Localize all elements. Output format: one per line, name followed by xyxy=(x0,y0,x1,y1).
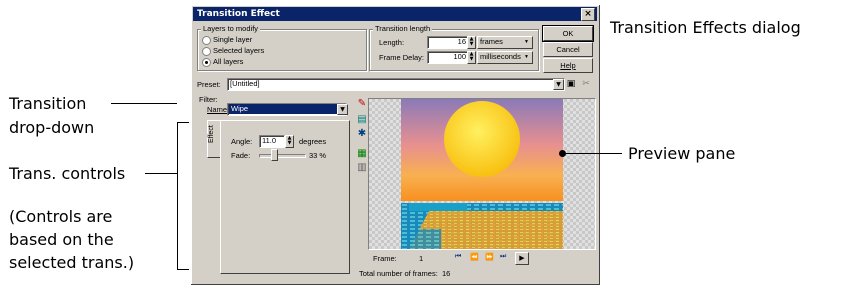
preview-icon[interactable]: ▦ xyxy=(356,148,368,160)
radio-selected-layers[interactable] xyxy=(202,47,211,56)
fade-slider-thumb[interactable] xyxy=(270,149,278,161)
frame-delay-spinner[interactable]: ▲ ▼ xyxy=(467,51,476,64)
transition-effect-dialog: Transition Effect × Layers to modify Sin… xyxy=(191,5,600,285)
trans-controls-bracket-top xyxy=(177,122,189,123)
chevron-down-icon[interactable]: ▼ xyxy=(337,104,348,115)
layers-icon[interactable]: ▤ xyxy=(356,114,368,126)
transition-dropdown[interactable]: Wipe xyxy=(227,103,347,116)
radio-selected-layers-label: Selected layers xyxy=(213,46,265,55)
length-input[interactable]: 16 xyxy=(427,36,469,49)
frame-label: Frame: xyxy=(373,254,397,263)
help-button[interactable]: Help xyxy=(543,58,593,73)
note-callout-line3: selected trans.) xyxy=(9,253,135,272)
save-icon[interactable]: ▣ xyxy=(565,78,577,90)
preset-label: Preset: xyxy=(197,80,221,89)
next-frame-icon[interactable]: ⏩ xyxy=(485,253,494,261)
play-icon[interactable]: ▶ xyxy=(515,252,529,265)
fade-label: Fade: xyxy=(231,151,251,160)
filter-name-label: Name: xyxy=(207,105,230,114)
folder-icon[interactable]: ▥ xyxy=(356,162,368,174)
delay-unit-select[interactable]: milliseconds ▼ xyxy=(477,51,533,64)
radio-all-layers-label: All layers xyxy=(213,57,244,66)
transition-dropdown-value: Wipe xyxy=(229,104,341,114)
radio-all-layers[interactable] xyxy=(202,58,211,67)
brush-icon[interactable]: ✎ xyxy=(356,98,368,110)
note-callout-line1: (Controls are xyxy=(9,207,113,226)
transition-dropdown-callout-line1: Transition xyxy=(9,94,87,113)
close-icon[interactable]: × xyxy=(581,8,595,21)
trans-controls-pointer xyxy=(145,173,177,174)
title-bar: Transition Effect × xyxy=(193,7,597,21)
transition-dropdown-callout-line2: drop-down xyxy=(9,118,95,137)
frame-delay-label: Frame Delay: xyxy=(379,53,425,62)
cancel-button[interactable]: Cancel xyxy=(543,42,593,57)
fade-slider-track[interactable] xyxy=(259,154,306,158)
preview-pane-pointer xyxy=(564,153,622,154)
frame-delay-input[interactable]: 100 xyxy=(427,51,469,64)
note-callout-line2: based on the xyxy=(9,230,114,249)
filter-label: Filter: xyxy=(199,95,218,104)
delay-unit-value: milliseconds xyxy=(480,52,521,61)
angle-input[interactable]: 11.0 xyxy=(259,135,285,148)
chevron-down-icon: ▼ xyxy=(524,39,529,45)
first-frame-icon[interactable]: ⏮ xyxy=(455,253,461,261)
preview-pane-callout: Preview pane xyxy=(628,144,736,163)
chevron-down-icon[interactable]: ▼ xyxy=(553,79,564,90)
chevron-down-icon: ▼ xyxy=(524,54,529,60)
layers-group-label: Layers to modify xyxy=(201,24,261,33)
length-unit-select[interactable]: frames ▼ xyxy=(477,36,533,49)
prev-frame-icon[interactable]: ⏪ xyxy=(470,253,479,261)
angle-spinner[interactable]: ▲ ▼ xyxy=(285,135,294,148)
dialog-callout: Transition Effects dialog xyxy=(610,18,801,37)
effect-tab[interactable]: Effect xyxy=(207,120,221,158)
ok-button[interactable]: OK xyxy=(543,26,593,41)
trans-controls-bracket-v xyxy=(177,122,178,270)
length-group-label: Transition length xyxy=(373,24,433,33)
trans-controls-callout: Trans. controls xyxy=(9,164,126,183)
angle-label: Angle: xyxy=(231,137,253,146)
total-frames-value: 16 xyxy=(442,269,451,278)
dialog-title: Transition Effect xyxy=(197,9,280,19)
preset-select[interactable]: [Untitled] xyxy=(227,78,565,91)
length-unit-value: frames xyxy=(480,37,503,46)
radio-single-layer-label: Single layer xyxy=(213,35,253,44)
filter-toolbar: ✎ ▤ ✱ ▦ ▥ xyxy=(355,98,369,178)
angle-unit: degrees xyxy=(299,137,327,146)
trans-controls-bracket-bottom xyxy=(177,269,189,270)
preset-value: [Untitled] xyxy=(230,79,260,88)
preview-image xyxy=(369,99,595,249)
total-frames-label: Total number of frames: xyxy=(359,269,438,278)
length-label: Length: xyxy=(379,38,405,47)
radio-single-layer[interactable] xyxy=(202,36,211,45)
preview-pane xyxy=(368,98,596,250)
transition-dropdown-pointer xyxy=(111,103,177,104)
gear-icon[interactable]: ✱ xyxy=(356,128,368,140)
last-frame-icon[interactable]: ⏭ xyxy=(500,253,506,261)
fade-value: 33 % xyxy=(309,151,327,160)
effect-tab-label: Effect xyxy=(208,125,215,143)
delete-icon[interactable]: ✂ xyxy=(580,78,592,90)
frame-value: 1 xyxy=(419,254,424,263)
length-spinner[interactable]: ▲ ▼ xyxy=(467,36,476,49)
